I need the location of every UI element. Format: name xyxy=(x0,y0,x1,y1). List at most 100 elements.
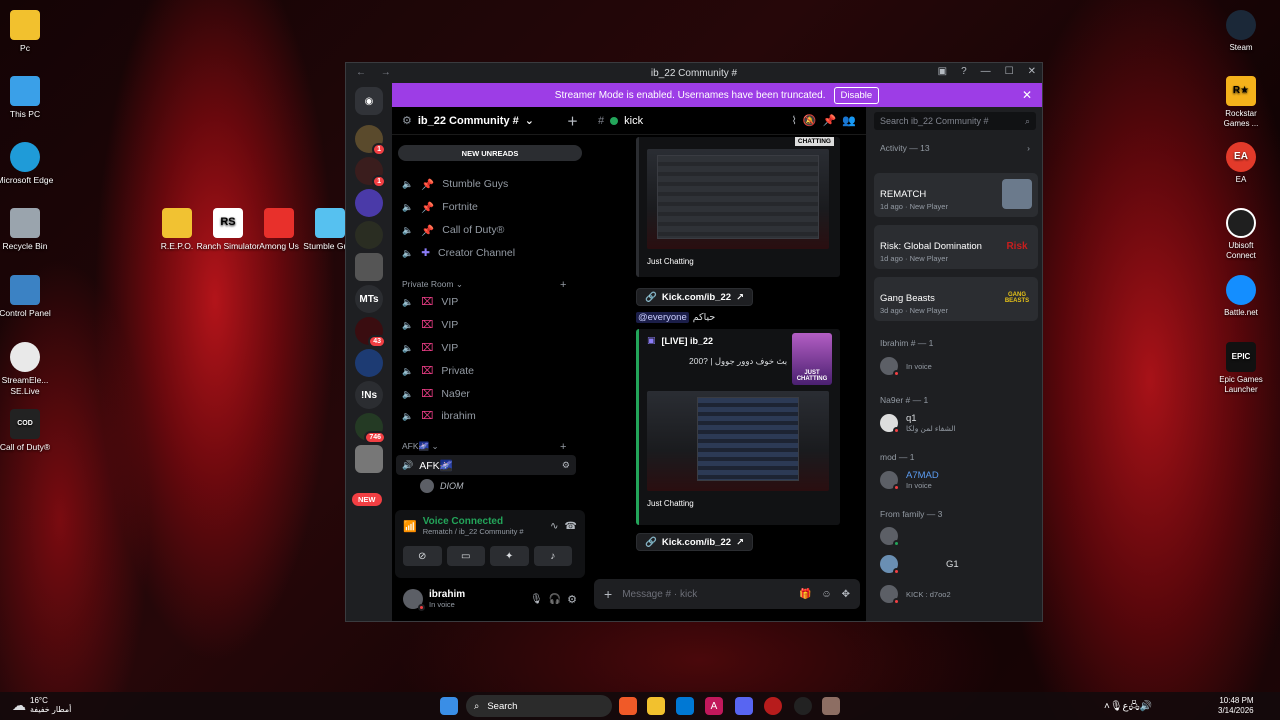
member-list-icon[interactable]: 👥 xyxy=(842,114,856,127)
camera-off-button[interactable]: ⊘ xyxy=(403,546,442,566)
weather-widget[interactable]: ☁ 16°C أمطار خفيفة xyxy=(12,696,71,714)
soundboard-button[interactable]: ♪ xyxy=(533,546,572,566)
discord-home-icon[interactable]: ◉ xyxy=(355,87,383,115)
screen-share-button[interactable]: ▭ xyxy=(446,546,485,566)
embed-title[interactable]: [LIVE] ib_22 xyxy=(662,336,714,346)
maximize-button[interactable]: ☐ xyxy=(1005,66,1014,77)
member-item[interactable]: In voice xyxy=(880,357,932,377)
server-icon-ins[interactable]: !Ns xyxy=(355,381,383,409)
voice-detail[interactable]: Rematch / ib_22 Community # xyxy=(423,527,524,536)
member-item[interactable]: KICK : d7oo2 xyxy=(880,585,951,605)
channel-private[interactable]: 🔈 ⌧ Private xyxy=(402,362,474,380)
channel-stumble-guys[interactable]: 🔈 📌 Stumble Guys xyxy=(402,175,508,193)
record-icon[interactable] xyxy=(764,697,782,715)
signal-icon[interactable]: 📶 xyxy=(403,520,417,533)
new-badge[interactable]: NEW xyxy=(352,493,382,506)
discord-taskbar-icon[interactable] xyxy=(735,697,753,715)
desktop-icon-battlenet[interactable]: Battle.net xyxy=(1216,275,1266,318)
message-input[interactable]: + Message # · kick 🎁 ☺ ✥ xyxy=(594,579,860,609)
taskbar-search[interactable]: ⌕ Search xyxy=(466,695,612,717)
add-channel-icon[interactable]: + xyxy=(560,279,566,291)
everyone-mention[interactable]: @everyone xyxy=(636,312,689,323)
server-icon-5[interactable] xyxy=(355,253,383,281)
disable-button[interactable]: Disable xyxy=(833,86,880,104)
desktop-icon-ea[interactable]: EA EA xyxy=(1216,142,1266,185)
member-item[interactable]: G1 xyxy=(880,555,959,575)
category-afk[interactable]: AFK🌌 ⌄ + xyxy=(402,441,572,453)
stream-screenshot[interactable] xyxy=(647,391,829,491)
channel-creator[interactable]: 🔈 ✚ Creator Channel xyxy=(402,244,515,262)
clock[interactable]: 10:48 PM 3/14/2026 xyxy=(1218,696,1254,717)
desktop-icon-steam[interactable]: Steam xyxy=(1216,10,1266,53)
server-icon-2[interactable]: 1 xyxy=(355,157,386,188)
add-member-icon[interactable]: ＋ xyxy=(567,113,578,129)
channel-settings-icon[interactable]: ⚙ xyxy=(562,460,570,471)
headphones-icon[interactable]: 🎧 xyxy=(549,594,561,605)
desktop-icon-ubisoft[interactable]: Ubisoft Connect xyxy=(1216,208,1266,260)
kick-link-button[interactable]: 🔗 Kick.com/ib_22 ↗ xyxy=(636,288,753,306)
noise-suppression-icon[interactable]: ∿ xyxy=(550,521,558,532)
server-icon-1[interactable]: 1 xyxy=(355,125,386,156)
disconnect-icon[interactable]: ☎ xyxy=(565,521,577,532)
windows-start-icon[interactable] xyxy=(440,697,458,715)
file-explorer-icon[interactable] xyxy=(647,697,665,715)
avatar[interactable] xyxy=(403,589,425,611)
server-icon-8[interactable] xyxy=(355,349,383,377)
brave-icon[interactable] xyxy=(619,697,637,715)
desktop-icon-rockstar[interactable]: R★ Rockstar Games ... xyxy=(1216,76,1266,128)
desktop-icon-call-of-duty[interactable]: COD Call of Duty® xyxy=(0,409,61,453)
back-forward-nav[interactable]: ← → xyxy=(356,67,397,78)
server-header[interactable]: ⚙ ib_22 Community # ⌄ ＋ xyxy=(392,107,588,135)
channel-vip-2[interactable]: 🔈 ⌧ VIP xyxy=(402,316,458,334)
desktop-icon-pc[interactable]: Pc xyxy=(0,10,61,54)
gift-icon[interactable]: 🎁 xyxy=(799,589,811,600)
channel-afk[interactable]: 🔊 AFK🌌 ⚙ xyxy=(396,455,576,475)
member-item[interactable]: q1 الشفاء لمن ولكا xyxy=(880,413,956,434)
microphone-icon[interactable]: 🎙 xyxy=(530,594,543,605)
category-private-room[interactable]: Private Room ⌄ + xyxy=(402,279,572,291)
help-icon[interactable]: ? xyxy=(961,66,967,77)
app-a-icon[interactable]: A xyxy=(705,697,723,715)
new-unreads-pill[interactable]: NEW UNREADS xyxy=(398,145,582,161)
channel-na9er[interactable]: 🔈 ⌧ Na9er xyxy=(402,385,470,403)
channel-vip-3[interactable]: 🔈 ⌧ VIP xyxy=(402,339,458,357)
member-item[interactable] xyxy=(880,527,906,547)
attach-plus-icon[interactable]: + xyxy=(604,586,612,602)
search-input[interactable]: Search ib_22 Community # ⌕ xyxy=(874,112,1036,130)
channel-call-of-duty[interactable]: 🔈 📌 Call of Duty® xyxy=(402,221,504,239)
server-icon-10[interactable]: 746 xyxy=(355,413,386,444)
close-button[interactable]: ✕ xyxy=(1028,66,1036,77)
close-icon[interactable]: ✕ xyxy=(1022,88,1032,102)
game-icon[interactable] xyxy=(822,697,840,715)
desktop-icon-recycle-bin[interactable]: Recycle Bin xyxy=(0,208,61,252)
activity-card-gang-beasts[interactable]: Gang Beasts 3d ago · New Player GANG BEA… xyxy=(874,277,1038,321)
server-icon-4[interactable] xyxy=(355,221,383,249)
desktop-icon-streamelements[interactable]: StreamEle... SE.Live xyxy=(0,342,61,396)
system-tray[interactable]: ˄🎙ع🖧🔊 xyxy=(1104,699,1152,716)
desktop-icon-this-pc[interactable]: This PC xyxy=(0,76,61,120)
server-icon-7[interactable]: 43 xyxy=(355,317,386,348)
inbox-icon[interactable]: ▣ xyxy=(938,66,947,77)
obs-icon[interactable] xyxy=(794,697,812,715)
server-icon-11[interactable] xyxy=(355,445,383,473)
kick-link-button[interactable]: 🔗 Kick.com/ib_22 ↗ xyxy=(636,533,753,551)
add-channel-icon[interactable]: + xyxy=(560,441,566,453)
activity-card-risk[interactable]: Risk: Global Domination 1d ago · New Pla… xyxy=(874,225,1038,269)
channel-vip-1[interactable]: 🔈 ⌧ VIP xyxy=(402,293,458,311)
apps-icon[interactable]: ✥ xyxy=(842,589,850,600)
stream-screenshot[interactable] xyxy=(647,149,829,249)
mute-icon[interactable]: 🔕 xyxy=(803,114,817,127)
server-icon-3[interactable] xyxy=(355,189,383,217)
minimize-button[interactable]: — xyxy=(981,66,991,77)
channel-ibrahim[interactable]: 🔈 ⌧ ibrahim xyxy=(402,407,476,425)
desktop-icon-epic[interactable]: EPIC Epic Games Launcher xyxy=(1216,342,1266,394)
store-icon[interactable] xyxy=(676,697,694,715)
voice-user-diom[interactable]: DIOM xyxy=(420,479,464,493)
pinned-icon[interactable]: 📌 xyxy=(823,114,837,127)
server-icon-mts[interactable]: MTs xyxy=(355,285,383,313)
activities-button[interactable]: ✦ xyxy=(490,546,529,566)
settings-gear-icon[interactable]: ⚙ xyxy=(567,593,577,606)
threads-icon[interactable]: ⌇ xyxy=(792,114,797,127)
desktop-icon-edge[interactable]: Microsoft Edge xyxy=(0,142,61,186)
emoji-icon[interactable]: ☺ xyxy=(821,589,831,600)
